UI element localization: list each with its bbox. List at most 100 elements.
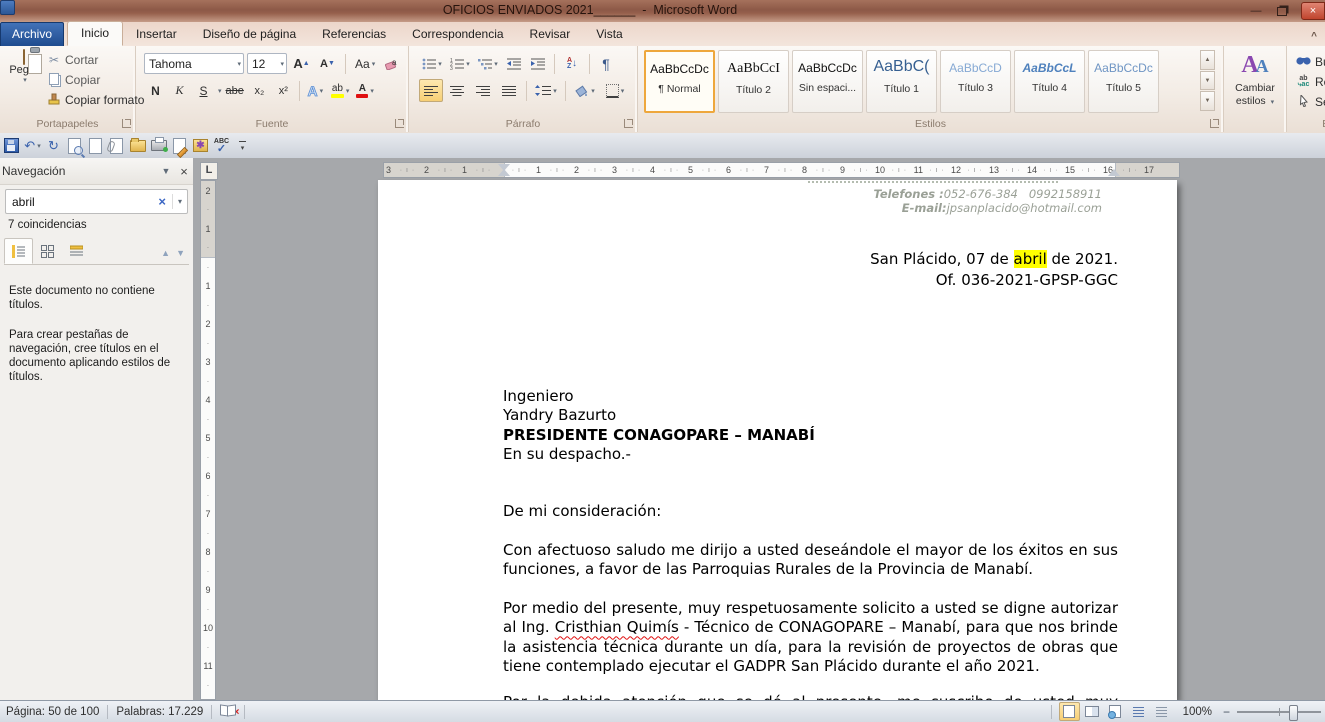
zoom-out-button[interactable]: − [1220,705,1233,719]
restore-button[interactable] [1269,3,1295,19]
italic-button[interactable]: K [168,79,191,102]
tab-revisar[interactable]: Revisar [517,23,584,46]
previous-result-icon[interactable]: ▲ [161,248,170,258]
minimize-button[interactable]: — [1243,3,1269,19]
clipboard-dialog-launcher-icon[interactable] [122,119,131,128]
styles-dialog-launcher-icon[interactable] [1210,119,1219,128]
borders-button[interactable]: ▾ [601,79,629,102]
search-input[interactable]: abril × ▾ [5,189,188,214]
paragraph-dialog-launcher-icon[interactable] [624,119,633,128]
tab-archivo[interactable]: Archivo [0,22,64,46]
save-button[interactable] [2,136,21,155]
font-color-button[interactable]: A ▾ [353,79,377,102]
clear-formatting-button[interactable]: a [381,52,404,75]
find-button[interactable]: Buscar▾ [1287,52,1325,72]
bullets-button[interactable]: ▾ [419,52,445,75]
shading-button[interactable]: ▾ [571,79,599,102]
multilevel-list-button[interactable]: ▾ [475,52,501,75]
paste-button[interactable]: Pegar ▾ [2,49,46,129]
print-preview-button[interactable] [65,136,84,155]
font-size-select[interactable]: 12 ▾ [247,53,287,74]
paste-dropdown-icon[interactable]: ▾ [5,76,45,84]
next-result-icon[interactable]: ▼ [176,248,185,258]
zoom-slider[interactable] [1237,711,1321,713]
tab-referencias[interactable]: Referencias [309,23,399,46]
superscript-button[interactable]: x² [272,79,295,102]
close-button[interactable]: × [1301,2,1325,20]
search-clear-icon[interactable]: × [152,194,173,209]
word-app-icon[interactable] [0,0,15,15]
styles-gallery-more-icon[interactable]: ▼ [1200,91,1215,111]
bold-button[interactable]: N [144,79,167,102]
attach-file-button[interactable] [107,136,126,155]
zoom-level[interactable]: 100% [1183,706,1212,718]
undo-button[interactable]: ↶▾ [23,136,42,155]
spelling-button[interactable]: ABC✓ [212,136,231,155]
style-titulo-4[interactable]: AaBbCcLTítulo 4 [1014,50,1085,113]
highlight-button[interactable]: ab ▾ [328,79,353,102]
tab-browse-pages[interactable] [33,238,62,264]
numbering-button[interactable]: 123▾ [447,52,473,75]
align-right-button[interactable] [471,79,495,102]
tab-vista[interactable]: Vista [583,23,635,46]
new-document-button[interactable] [86,136,105,155]
strikethrough-button[interactable]: abe [223,79,247,102]
justify-button[interactable] [497,79,521,102]
underline-dropdown-icon[interactable]: ▾ [218,87,222,95]
qat-overflow-button[interactable]: ▾ [233,136,252,155]
redo-button[interactable]: ↻ [44,136,63,155]
sort-button[interactable]: AZ ↓ [560,52,584,75]
pane-options-dropdown-icon[interactable]: ▼ [157,166,175,176]
style-sin-espaciado[interactable]: AaBbCcDcSin espaci... [792,50,863,113]
select-button[interactable]: Seleccionar▾ [1287,92,1325,112]
horizontal-ruler[interactable]: 3· ı ·2· ı ·1· ı · · ı ·1· ı ·2· ı ·3· ı… [383,162,1180,178]
style-titulo-5[interactable]: AaBbCcDcTítulo 5 [1088,50,1159,113]
collapse-ribbon-icon[interactable]: ^ [1307,31,1321,42]
styles-scroll-down-icon[interactable]: ▼ [1200,71,1215,91]
search-options-dropdown-icon[interactable]: ▾ [173,197,187,206]
align-center-button[interactable] [445,79,469,102]
style-titulo-3[interactable]: AaBbCcDTítulo 3 [940,50,1011,113]
styles-scroll-up-icon[interactable]: ▲ [1200,50,1215,70]
view-fullscreen-reading-button[interactable] [1082,702,1103,721]
right-indent-marker[interactable] [1108,163,1120,176]
show-marks-button[interactable]: ¶ [595,52,617,75]
view-outline-button[interactable] [1128,702,1149,721]
change-case-button[interactable]: Aa▾ [352,52,378,75]
change-styles-button[interactable]: Cambiar estilos ▾ [1224,82,1286,109]
edit-document-button[interactable] [170,136,189,155]
view-draft-button[interactable] [1151,702,1172,721]
view-web-layout-button[interactable] [1105,702,1126,721]
tab-stop-selector[interactable]: L [200,162,218,180]
tab-insertar[interactable]: Insertar [123,23,190,46]
insert-special-button[interactable]: ✱ [191,136,210,155]
tab-browse-headings[interactable] [4,238,33,264]
replace-button[interactable]: ab⤷ac Reemplazar [1287,72,1325,92]
shrink-font-button[interactable]: A▼ [316,52,339,75]
decrease-indent-button[interactable] [503,52,525,75]
quick-print-button[interactable] [149,136,168,155]
page-indicator[interactable]: Página: 50 de 100 [4,706,101,718]
open-button[interactable] [128,136,147,155]
tab-correspondencia[interactable]: Correspondencia [399,23,516,46]
underline-button[interactable]: S [192,79,215,102]
word-count[interactable]: Palabras: 17.229 [114,706,205,718]
tab-inicio[interactable]: Inicio [67,21,123,46]
pane-close-icon[interactable]: × [175,164,193,179]
style-titulo-1[interactable]: AaBbC(Título 1 [866,50,937,113]
tab-browse-results[interactable] [62,238,91,264]
increase-indent-button[interactable] [527,52,549,75]
zoom-slider-handle[interactable] [1289,705,1298,721]
style-titulo-2[interactable]: AaBbCcITítulo 2 [718,50,789,113]
subscript-button[interactable]: x₂ [248,79,271,102]
cut-button[interactable]: ✂ Cortar [46,50,144,70]
view-print-layout-button[interactable] [1059,702,1080,721]
text-effects-button[interactable]: A▾ [304,79,327,102]
grow-font-button[interactable]: A▲ [290,52,313,75]
align-left-button[interactable] [419,79,443,102]
style-normal[interactable]: AaBbCcDc¶ Normal [644,50,715,113]
tab-diseno[interactable]: Diseño de página [190,23,309,46]
document-page[interactable]: Telefones :052-676-384 0992158911 E-mail… [378,180,1177,700]
format-painter-button[interactable]: Copiar formato [46,90,144,110]
font-dialog-launcher-icon[interactable] [395,119,404,128]
